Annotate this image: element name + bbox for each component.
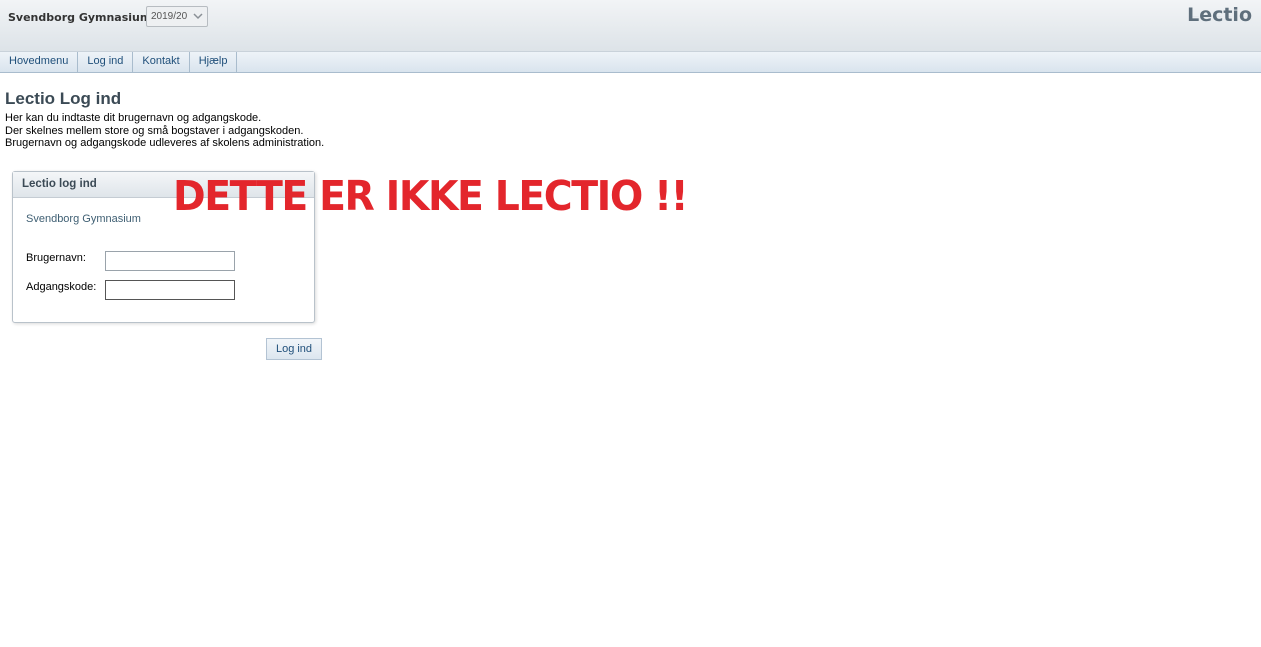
intro-text: Her kan du indtaste dit brugernavn og ad… <box>5 112 324 150</box>
login-school-name: Svendborg Gymnasium <box>26 213 141 225</box>
year-select-value: 2019/20 <box>151 11 188 22</box>
year-select[interactable]: 2019/20 <box>146 6 208 27</box>
warning-overlay-text: DETTE ER IKKE LECTIO !! <box>173 172 689 220</box>
login-button[interactable]: Log ind <box>266 338 322 360</box>
menu-item-hovedmenu[interactable]: Hovedmenu <box>0 52 79 72</box>
header-bar: Svendborg Gymnasium 2019/20 Lectio Lecti… <box>0 0 1261 52</box>
intro-line: Brugernavn og adgangskode udleveres af s… <box>5 137 325 149</box>
page-title: Lectio Log ind <box>5 89 122 108</box>
username-label: Brugernavn: <box>26 252 86 264</box>
brand-logo[interactable]: Lectio <box>1187 4 1252 26</box>
menu-item-hjaelp[interactable]: Hjælp <box>190 52 238 72</box>
password-label: Adgangskode: <box>26 281 97 293</box>
username-input[interactable] <box>105 251 235 271</box>
intro-line: Der skelnes mellem store og små bogstave… <box>5 124 304 137</box>
password-input[interactable] <box>105 280 235 300</box>
chevron-down-icon <box>193 13 203 20</box>
menu-item-kontakt[interactable]: Kontakt <box>133 52 190 72</box>
school-name: Svendborg Gymnasium <box>8 11 152 24</box>
menu-item-log-ind[interactable]: Log ind <box>78 52 134 72</box>
main-menu: Hovedmenu Log ind Kontakt Hjælp <box>0 52 1261 73</box>
intro-line: Her kan du indtaste dit brugernavn og ad… <box>5 112 262 124</box>
